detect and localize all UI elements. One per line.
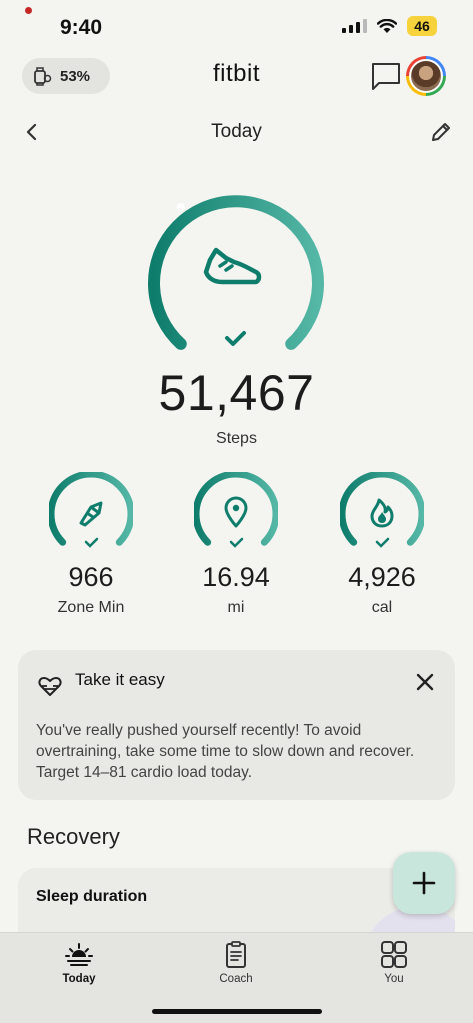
status-time: 9:40 bbox=[60, 16, 103, 39]
card-title: Take it easy bbox=[75, 670, 165, 689]
edit-pencil-icon[interactable] bbox=[430, 121, 452, 143]
shoe-icon bbox=[203, 247, 262, 285]
calories-ring bbox=[340, 472, 424, 548]
location-pin-icon bbox=[224, 496, 248, 528]
cellular-signal-icon bbox=[342, 19, 367, 33]
stat-label: Zone Min bbox=[57, 599, 125, 616]
close-icon[interactable] bbox=[415, 672, 435, 692]
stat-value: 16.94 bbox=[202, 562, 270, 592]
sunrise-icon bbox=[65, 943, 93, 966]
status-indicators: 46 bbox=[342, 16, 437, 36]
stat-label: mi bbox=[227, 599, 245, 616]
stat-zone-minutes[interactable]: 966 Zone Min bbox=[21, 472, 161, 617]
steps-value: 51,467 bbox=[158, 365, 315, 421]
zone-minutes-icon bbox=[79, 501, 103, 527]
avatar-photo bbox=[409, 59, 443, 93]
date-label: Today bbox=[211, 121, 262, 142]
notification-dot bbox=[25, 7, 32, 14]
nav-coach[interactable]: Coach bbox=[176, 941, 296, 985]
sleep-duration-title: Sleep duration bbox=[36, 888, 148, 905]
distance-ring bbox=[194, 472, 278, 548]
nav-you[interactable]: You bbox=[334, 941, 454, 985]
card-body: You've really pushed yourself recently! … bbox=[36, 722, 415, 781]
steps-progress-ring[interactable] bbox=[140, 178, 332, 370]
clipboard-icon bbox=[226, 941, 246, 968]
nav-today[interactable]: Today bbox=[19, 941, 139, 985]
plus-icon bbox=[412, 871, 436, 895]
nav-label: You bbox=[384, 973, 404, 985]
stat-calories[interactable]: 4,926 cal bbox=[312, 472, 452, 617]
app-title: fitbit bbox=[212, 60, 260, 87]
heart-rate-icon bbox=[38, 677, 62, 696]
wifi-icon bbox=[377, 18, 397, 33]
recovery-section-title: Recovery bbox=[27, 824, 120, 849]
home-indicator bbox=[152, 1009, 322, 1014]
stat-label: cal bbox=[371, 599, 393, 616]
profile-avatar[interactable] bbox=[406, 56, 446, 96]
battery-indicator: 46 bbox=[407, 16, 437, 36]
stat-distance[interactable]: 16.94 mi bbox=[166, 472, 306, 617]
steps-label: Steps bbox=[216, 430, 257, 447]
add-button[interactable] bbox=[393, 852, 455, 914]
messages-icon[interactable] bbox=[370, 60, 402, 92]
zone-minutes-ring bbox=[49, 472, 133, 548]
stat-value: 4,926 bbox=[348, 562, 416, 592]
readiness-card[interactable]: Take it easy You've really pushed yourse… bbox=[18, 650, 455, 800]
flame-icon bbox=[370, 498, 394, 528]
goal-check-icon bbox=[225, 331, 246, 346]
stat-value: 966 bbox=[68, 562, 114, 592]
nav-label: Today bbox=[62, 973, 96, 985]
grid-icon bbox=[381, 941, 407, 968]
nav-label: Coach bbox=[219, 973, 253, 985]
